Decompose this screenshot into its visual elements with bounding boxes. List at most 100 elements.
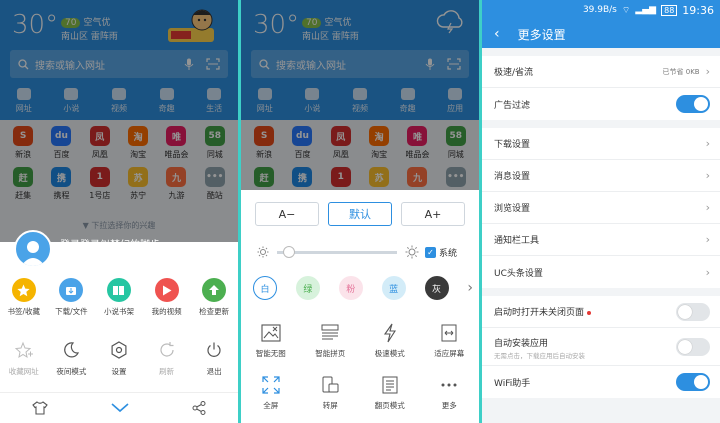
fullscreen-icon xyxy=(259,374,283,396)
restore-pages-toggle[interactable] xyxy=(676,302,710,321)
brightness-slider[interactable] xyxy=(277,245,397,258)
exit-button[interactable]: 退出 xyxy=(193,338,235,377)
wifi-assistant-row: WiFi助手 xyxy=(482,366,720,398)
toggle-knob xyxy=(694,97,708,111)
system-brightness-checkbox[interactable]: ✓ 系统 xyxy=(425,246,457,259)
browse-settings-row[interactable]: 浏览设置 › xyxy=(482,192,720,224)
network-speed: 39.9B/s xyxy=(582,5,617,15)
setting-label: 广告过滤 xyxy=(494,100,531,111)
download-settings-row[interactable]: 下载设置 › xyxy=(482,128,720,160)
settings-button[interactable]: 设置 xyxy=(98,338,140,377)
font-increase-button[interactable]: A+ xyxy=(401,202,465,226)
night-mode-button[interactable]: 夜间模式 xyxy=(50,338,92,377)
menu-row-secondary: 收藏网址 夜间模式 设置 刷新 退出 xyxy=(0,338,238,377)
speed-saving-row[interactable]: 极速/省流 已节省 0KB › xyxy=(482,56,720,88)
restore-pages-label: 启动时打开未关闭页面 xyxy=(494,308,585,318)
tool-label: 转屏 xyxy=(322,401,338,410)
setting-label: 启动时打开未关闭页面 xyxy=(494,305,676,318)
uc-headlines-settings-row[interactable]: UC头条设置 › xyxy=(482,256,720,288)
setting-label: UC头条设置 xyxy=(494,268,543,279)
chevron-right-icon: › xyxy=(705,137,710,150)
adblock-toggle[interactable] xyxy=(676,95,710,113)
chevron-right-icon: › xyxy=(705,65,710,78)
my-videos-button[interactable]: 我的视频 xyxy=(146,278,188,317)
smart-no-image-button[interactable]: 智能无图 xyxy=(248,322,294,359)
wifi-icon: ⌔ xyxy=(621,5,631,16)
download-icon xyxy=(59,278,84,302)
tool-label: 智能无图 xyxy=(255,349,286,358)
auto-install-toggle[interactable] xyxy=(676,337,710,356)
update-icon xyxy=(202,278,227,302)
tool-label: 智能拼页 xyxy=(315,349,346,358)
theme-swatch[interactable]: 粉 xyxy=(338,276,363,300)
setting-label: 自动安装应用 xyxy=(494,339,549,349)
bookmark-add-icon xyxy=(12,338,36,362)
restore-pages-row: 启动时打开未关闭页面 xyxy=(482,296,720,328)
tool-label: 适应屏幕 xyxy=(434,349,465,358)
paging-icon xyxy=(318,322,342,344)
theme-swatch[interactable]: 白 xyxy=(253,276,277,300)
gear-icon xyxy=(107,338,131,362)
skin-tshirt-icon[interactable] xyxy=(31,401,48,415)
font-default-button[interactable]: 默认 xyxy=(328,202,392,226)
refresh-button[interactable]: 刷新 xyxy=(146,338,188,377)
toggle-knob xyxy=(694,375,708,389)
chevron-right-icon: › xyxy=(705,265,710,279)
menu-row-primary: 书签/收藏 下载/文件 小说书架 我的视频 检查更新 xyxy=(0,278,238,317)
check-update-label: 检查更新 xyxy=(199,307,230,316)
tools-row-2: 全屏 转屏 翻页模式 更多 xyxy=(241,374,479,411)
rotate-screen-button[interactable]: 转屏 xyxy=(307,374,353,411)
settings-label: 设置 xyxy=(111,367,127,376)
login-prompt[interactable]: 登录登录似梦幻的脚步~ xyxy=(60,236,168,251)
bookmarks-label: 书签/收藏 xyxy=(7,307,41,316)
check-update-button[interactable]: 检查更新 xyxy=(193,278,235,317)
fit-screen-button[interactable]: 适应屏幕 xyxy=(426,322,472,359)
brightness-control: ✓ 系统 xyxy=(257,245,463,259)
refresh-label: 刷新 xyxy=(159,367,175,376)
theme-swatch[interactable]: 灰 xyxy=(424,276,449,300)
browser-menu-panel: 30° 70 空气优 南山区 雷阵雨 搜索或输入网址 网址 小说 视频 奇趣 生… xyxy=(0,0,238,423)
theme-swatch[interactable]: 蓝 xyxy=(381,276,406,300)
font-decrease-button[interactable]: A− xyxy=(255,202,319,226)
system-brightness-label: 系统 xyxy=(439,248,458,259)
toggle-knob xyxy=(678,304,692,319)
smart-paging-button[interactable]: 智能拼页 xyxy=(307,322,353,359)
brightness-slider-knob[interactable] xyxy=(283,245,296,258)
chevron-down-icon[interactable] xyxy=(111,403,129,413)
downloads-button[interactable]: 下载/文件 xyxy=(50,278,92,317)
notification-tools-row[interactable]: 通知栏工具 › xyxy=(482,224,720,256)
user-icon xyxy=(21,241,45,266)
my-videos-label: 我的视频 xyxy=(151,307,182,316)
display-settings-panel: 30° 70 空气优 南山区 雷阵雨 搜索或输入网址 网址 小说 视频 奇趣 应… xyxy=(241,0,479,423)
theme-picker: 白绿粉蓝灰 › xyxy=(253,276,473,300)
bookmarks-button[interactable]: 书签/收藏 xyxy=(3,278,45,317)
theme-swatch[interactable]: 绿 xyxy=(295,276,320,300)
brightness-low-icon xyxy=(257,246,269,258)
exit-label: 退出 xyxy=(206,367,222,376)
battery-level: 88 xyxy=(661,4,678,16)
share-icon[interactable] xyxy=(192,401,206,415)
power-icon xyxy=(202,338,226,362)
brightness-high-icon xyxy=(405,245,419,259)
fit-screen-icon xyxy=(437,322,461,344)
more-button[interactable]: 更多 xyxy=(426,374,472,411)
speed-mode-button[interactable]: 极速模式 xyxy=(367,322,413,359)
setting-label: 极速/省流 xyxy=(494,68,534,78)
saved-data-value: 已节省 0KB xyxy=(662,67,700,76)
fullscreen-button[interactable]: 全屏 xyxy=(248,374,294,411)
more-settings-panel: 39.9B/s ⌔ ▂▄▆ 88 19:36 ‹ 更多设置 极速/省流 已节省 0… xyxy=(482,0,720,423)
add-bookmark-button[interactable]: 收藏网址 xyxy=(3,338,45,377)
no-image-icon xyxy=(259,322,283,344)
avatar[interactable] xyxy=(14,230,52,268)
clock: 19:36 xyxy=(682,3,714,17)
page-turn-mode-button[interactable]: 翻页模式 xyxy=(367,374,413,411)
tool-label: 全屏 xyxy=(263,401,279,410)
settings-section-toggles: 启动时打开未关闭页面 自动安装应用 无需点击，下载应用后自动安装 WiFi助手 xyxy=(482,296,720,398)
novel-shelf-button[interactable]: 小说书架 xyxy=(98,278,140,317)
auto-install-row: 自动安装应用 无需点击，下载应用后自动安装 xyxy=(482,328,720,366)
back-arrow-icon[interactable]: ‹ xyxy=(494,26,500,42)
chevron-right-icon[interactable]: › xyxy=(467,280,473,296)
message-settings-row[interactable]: 消息设置 › xyxy=(482,160,720,192)
tool-label: 更多 xyxy=(441,401,457,410)
wifi-assistant-toggle[interactable] xyxy=(676,373,710,391)
